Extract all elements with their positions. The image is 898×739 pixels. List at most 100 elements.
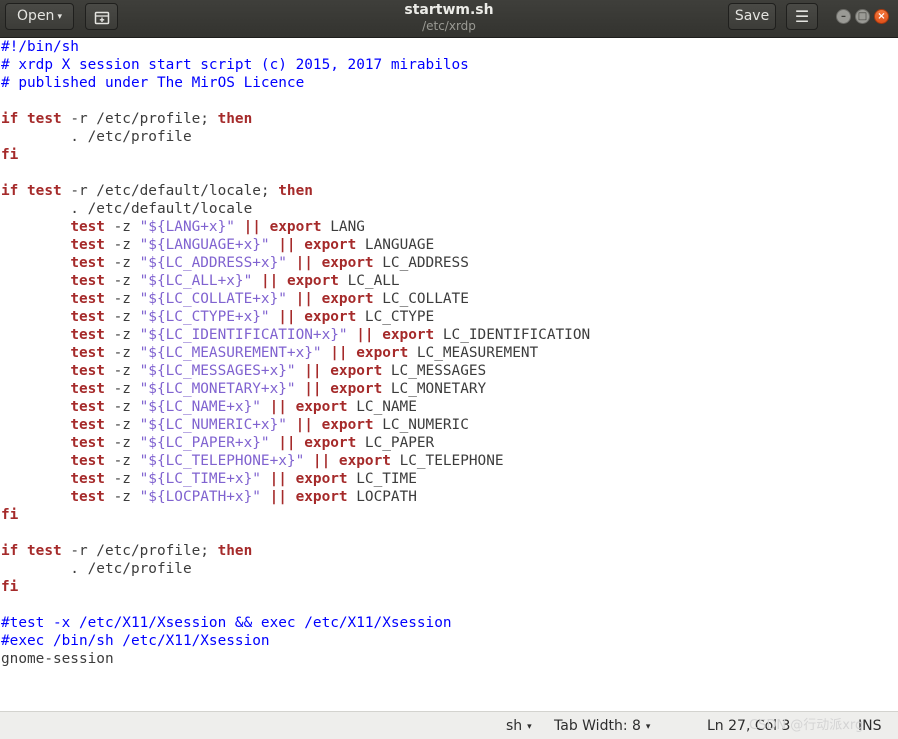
code-line: gnome-session [0, 650, 898, 668]
keyword-token: then [278, 183, 313, 199]
code-line: test -z "${LC_ALL+x}" || export LC_ALL [0, 272, 898, 290]
new-document-button[interactable] [85, 3, 118, 30]
language-select[interactable]: sh ▾ [506, 717, 532, 736]
save-button[interactable]: Save [728, 3, 776, 30]
plain-token: -z [104, 363, 140, 379]
plain-token: LC_CTYPE [356, 309, 435, 325]
keyword-token: export [304, 237, 357, 253]
code-line: fi [0, 578, 898, 596]
code-line: test -z "${LC_PAPER+x}" || export LC_PAP… [0, 434, 898, 452]
string-token: "${LC_MONETARY+x}" [139, 381, 296, 397]
code-line: test -z "${LC_COLLATE+x}" || export LC_C… [0, 290, 898, 308]
code-line: test -z "${LC_ADDRESS+x}" || export LC_A… [0, 254, 898, 272]
string-token: "${LC_MEASUREMENT+x}" [139, 345, 322, 361]
plain-token: -z [104, 417, 140, 433]
keyword-token: test [70, 435, 105, 451]
keyword-token: export [330, 381, 383, 397]
code-line: test -z "${LOCPATH+x}" || export LOCPATH [0, 488, 898, 506]
code-line: test -z "${LC_NAME+x}" || export LC_NAME [0, 398, 898, 416]
string-token: "${LC_NAME+x}" [139, 399, 261, 415]
code-line: #exec /bin/sh /etc/X11/Xsession [0, 632, 898, 650]
string-token: "${LOCPATH+x}" [139, 489, 261, 505]
open-button[interactable]: Open ▾ [5, 3, 74, 30]
keyword-token: test [70, 291, 105, 307]
keyword-token: export [269, 219, 322, 235]
keyword-token: test [70, 255, 105, 271]
minimize-button[interactable]: – [836, 9, 851, 24]
code-line: # xrdp X session start script (c) 2015, … [0, 56, 898, 74]
string-token: "${LC_IDENTIFICATION+x}" [139, 327, 348, 343]
plain-token: -z [104, 381, 140, 397]
plain-token: LC_MEASUREMENT [408, 345, 539, 361]
string-token: "${LC_MESSAGES+x}" [139, 363, 296, 379]
code-line: fi [0, 506, 898, 524]
code-line: test -z "${LC_MEASUREMENT+x}" || export … [0, 344, 898, 362]
chevron-down-icon: ▾ [527, 722, 532, 732]
string-token: "${LC_TELEPHONE+x}" [139, 453, 305, 469]
tab-width-select[interactable]: Tab Width: 8 ▾ [554, 717, 650, 736]
editor-text-area[interactable]: #!/bin/sh # xrdp X session start script (… [0, 38, 898, 710]
hamburger-menu-button[interactable]: ☰ [786, 3, 818, 30]
plain-token: -r /etc/profile; [61, 543, 218, 559]
plain-token: LC_ALL [338, 273, 400, 289]
keyword-token: || [278, 435, 296, 451]
chevron-down-icon: ▾ [57, 12, 62, 22]
plain-token: LC_MONETARY [382, 381, 487, 397]
plain-token: LC_NUMERIC [373, 417, 469, 433]
keyword-token: then [217, 111, 253, 127]
keyword-token: test [70, 471, 105, 487]
keyword-token: test [27, 543, 62, 559]
string-token: "${LC_NUMERIC+x}" [139, 417, 287, 433]
code-line: if test -r /etc/profile; then [0, 110, 898, 128]
plain-token: -z [104, 237, 140, 253]
chevron-down-icon: ▾ [645, 722, 651, 732]
string-token: "${LC_ADDRESS+x}" [139, 255, 287, 271]
code-line: if test -r /etc/default/locale; then [0, 182, 898, 200]
code-line: if test -r /etc/profile; then [0, 542, 898, 560]
keyword-token: || [269, 399, 287, 415]
keyword-token: if [1, 111, 19, 127]
plain-token: LANGUAGE [356, 237, 435, 253]
string-token: "${LC_COLLATE+x}" [139, 291, 287, 307]
menu-icon: ☰ [794, 7, 810, 26]
code-line: test -z "${LC_NUMERIC+x}" || export LC_N… [0, 416, 898, 434]
plain-token: -z [104, 471, 140, 487]
plain-token: LC_PAPER [356, 435, 435, 451]
comment-token: # published under The MirOS Licence [1, 75, 305, 91]
keyword-token: || [304, 381, 322, 397]
keyword-token: || [295, 291, 313, 307]
plain-token: -z [104, 219, 140, 235]
keyword-token: test [70, 309, 105, 325]
string-token: "${LC_ALL+x}" [139, 273, 253, 289]
keyword-token: export [295, 471, 348, 487]
maximize-button[interactable]: □ [855, 9, 870, 24]
keyword-token: || [269, 489, 287, 505]
string-token: "${LC_CTYPE+x}" [139, 309, 270, 325]
keyword-token: export [356, 345, 409, 361]
close-button[interactable]: × [874, 9, 889, 24]
